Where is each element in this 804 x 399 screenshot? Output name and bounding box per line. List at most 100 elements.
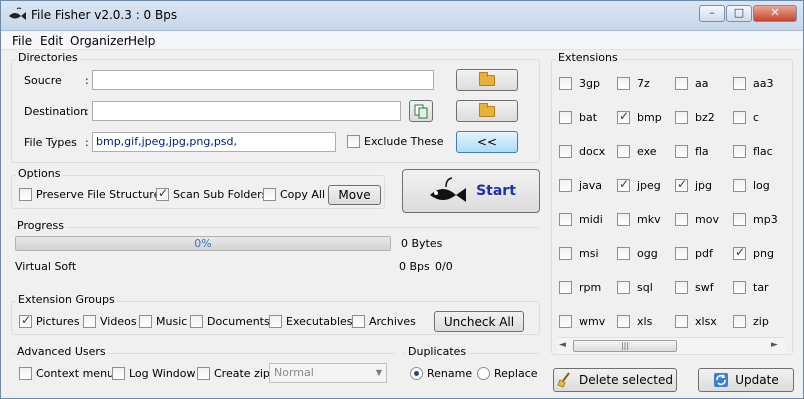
extension-checkbox-log[interactable]: log [733, 179, 770, 192]
group-pictures-checkbox[interactable]: Pictures [19, 313, 80, 328]
maximize-button[interactable]: □ [726, 5, 752, 22]
group-executables-checkbox[interactable]: Executables [269, 315, 353, 328]
group-pictures-box [19, 313, 32, 328]
extension-checkbox-pdf[interactable]: pdf [675, 247, 713, 260]
group-videos-checkbox[interactable]: Videos [83, 315, 137, 328]
filetypes-input[interactable]: bmp,gif,jpeg,jpg,png,psd, [92, 132, 336, 152]
context-menu-checkbox[interactable]: Context menu [19, 367, 114, 380]
extension-checkbox-7z[interactable]: 7z [617, 77, 650, 90]
group-archives-checkbox[interactable]: Archives [352, 315, 416, 328]
extension-checkbox-flac[interactable]: flac [733, 145, 773, 158]
extension-checkbox-jpeg[interactable]: jpeg [617, 177, 661, 192]
rename-radio[interactable]: Rename [410, 367, 472, 380]
extension-checkbox-c[interactable]: c [733, 111, 759, 124]
filetypes-colon: : [85, 136, 89, 149]
source-browse-button[interactable] [456, 69, 518, 91]
extension-checkbox-png[interactable]: png [733, 245, 774, 260]
group-documents-checkbox[interactable]: Documents [190, 315, 270, 328]
extension-checkbox-jpg[interactable]: jpg [675, 177, 713, 192]
replace-label: Replace [494, 367, 538, 380]
update-button[interactable]: Update [698, 368, 794, 392]
start-button[interactable]: Start [402, 169, 540, 213]
title-bar[interactable]: File Fisher v2.0.3 : 0 Bps – □ ✕ [1, 1, 803, 31]
scroll-left-icon[interactable]: ◄ [559, 340, 566, 350]
extension-checkbox-bat[interactable]: bat [559, 111, 597, 124]
create-zip-label: Create zip [214, 367, 270, 380]
extension-label: 7z [637, 77, 650, 90]
extension-box-xlsx [675, 315, 688, 328]
extension-checkbox-java[interactable]: java [559, 179, 602, 192]
extension-checkbox-tar[interactable]: tar [733, 281, 769, 294]
extension-label: docx [579, 145, 606, 158]
extension-checkbox-midi[interactable]: midi [559, 213, 603, 226]
minimize-button[interactable]: – [699, 5, 725, 22]
menu-edit[interactable]: Edit [40, 34, 63, 48]
extension-checkbox-aa3[interactable]: aa3 [733, 77, 773, 90]
extension-box-zip [733, 315, 746, 328]
copy-all-label: Copy All [280, 188, 326, 201]
progress-legend: Progress [15, 219, 66, 232]
menu-organizer[interactable]: Organizer [70, 34, 129, 48]
scan-subfolders-label: Scan Sub Folders [173, 188, 268, 201]
extension-checkbox-mov[interactable]: mov [675, 213, 719, 226]
destination-input[interactable] [92, 101, 401, 121]
extension-checkbox-mkv[interactable]: mkv [617, 213, 661, 226]
extension-box-aa3 [733, 77, 746, 90]
scroll-right-icon[interactable]: ► [771, 340, 778, 350]
compression-select[interactable]: Normal ▼ [269, 363, 387, 383]
fish-start-icon [430, 177, 467, 202]
extension-label: jpg [695, 179, 713, 192]
create-zip-checkbox[interactable]: Create zip [197, 367, 270, 380]
scan-subfolders-checkbox[interactable]: Scan Sub Folders [156, 186, 268, 201]
extensions-scrollbar[interactable]: ◄ ||| ► [557, 337, 785, 354]
menu-help[interactable]: Help [128, 34, 155, 48]
extension-checkbox-xlsx[interactable]: xlsx [675, 315, 717, 328]
extension-label: sql [637, 281, 653, 294]
extension-checkbox-rpm[interactable]: rpm [559, 281, 601, 294]
add-filetypes-button[interactable]: << [456, 131, 518, 153]
menu-file[interactable]: File [12, 34, 32, 48]
extension-label: exe [637, 145, 657, 158]
close-button[interactable]: ✕ [753, 5, 797, 22]
extension-checkbox-docx[interactable]: docx [559, 145, 605, 158]
chevron-down-icon: ▼ [375, 368, 382, 377]
extension-box-exe [617, 145, 630, 158]
extension-box-flac [733, 145, 746, 158]
scroll-thumb[interactable]: ||| [573, 340, 677, 352]
copy-path-button[interactable] [409, 100, 433, 122]
progress-bar: 0% [15, 236, 391, 251]
window-title: File Fisher v2.0.3 : 0 Bps [31, 8, 178, 22]
extension-checkbox-zip[interactable]: zip [733, 315, 769, 328]
extension-checkbox-exe[interactable]: exe [617, 145, 657, 158]
extension-label: xls [637, 315, 653, 328]
source-input[interactable] [92, 70, 434, 90]
destination-label: Destination [24, 105, 88, 118]
extension-checkbox-aa[interactable]: aa [675, 77, 708, 90]
copy-all-checkbox[interactable]: Copy All [263, 188, 325, 201]
context-menu-box [19, 367, 32, 380]
extension-checkbox-mp3[interactable]: mp3 [733, 213, 778, 226]
extension-checkbox-xls[interactable]: xls [617, 315, 652, 328]
replace-radio[interactable]: Replace [477, 367, 538, 380]
move-button[interactable]: Move [328, 185, 381, 205]
destination-browse-button[interactable] [456, 100, 518, 122]
extension-checkbox-wmv[interactable]: wmv [559, 315, 605, 328]
refresh-icon [714, 373, 729, 387]
extension-checkbox-ogg[interactable]: ogg [617, 247, 658, 260]
log-window-checkbox[interactable]: Log Window [112, 367, 196, 380]
extension-checkbox-sql[interactable]: sql [617, 281, 653, 294]
extension-checkbox-3gp[interactable]: 3gp [559, 77, 600, 90]
extension-checkbox-bz2[interactable]: bz2 [675, 111, 715, 124]
group-music-checkbox[interactable]: Music [139, 315, 187, 328]
extension-label: xlsx [695, 315, 717, 328]
duplicates-legend: Duplicates [406, 345, 469, 358]
exclude-these-checkbox[interactable]: Exclude These [347, 135, 444, 148]
extension-checkbox-fla[interactable]: fla [675, 145, 709, 158]
preserve-structure-checkbox[interactable]: Preserve File Structure [19, 188, 160, 201]
extension-checkbox-msi[interactable]: msi [559, 247, 599, 260]
uncheck-all-button[interactable]: Uncheck All [434, 311, 524, 332]
extension-checkbox-bmp[interactable]: bmp [617, 109, 662, 124]
delete-selected-button[interactable]: Delete selected [553, 368, 677, 392]
extension-checkbox-swf[interactable]: swf [675, 281, 714, 294]
create-zip-box [197, 367, 210, 380]
